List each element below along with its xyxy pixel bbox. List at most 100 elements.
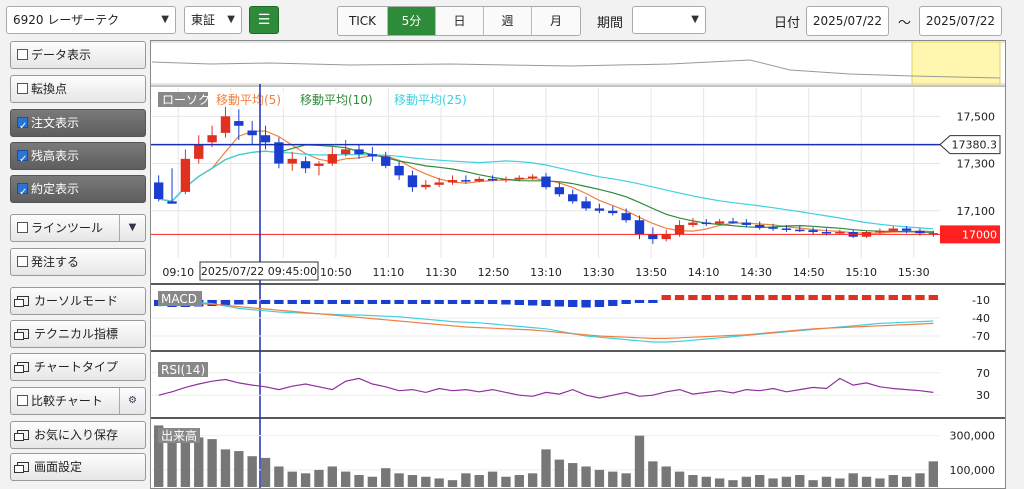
candle-body <box>541 176 551 188</box>
candle-body <box>354 149 364 155</box>
sidebar-item-4[interactable]: 約定表示 <box>10 175 146 206</box>
macd-hist-bar <box>568 300 578 307</box>
volume-bar <box>354 475 364 487</box>
sidebar-item-label: 残高表示 <box>31 149 80 163</box>
period-label: 期間 <box>597 16 624 31</box>
volume-bar <box>861 476 872 487</box>
sidebar-item-7[interactable]: カーソルモード <box>10 287 146 315</box>
macd-hist-bar <box>701 295 711 300</box>
date-from-input[interactable]: 2025/07/22 <box>806 6 889 36</box>
sidebar-item-3[interactable]: 残高表示 <box>10 142 146 173</box>
x-tick-label: 15:30 <box>898 266 930 279</box>
volume-tick-label: 300,000 <box>950 430 996 443</box>
macd-hist-bar <box>421 300 431 304</box>
macd-hist-bar <box>367 300 378 304</box>
macd-hist-bar <box>688 295 698 300</box>
order-line-label: 17380.3 <box>952 139 998 152</box>
chevron-down-icon[interactable]: ▼ <box>119 215 145 241</box>
tab-4[interactable]: 月 <box>532 7 580 35</box>
rsi-tick-label: 30 <box>976 389 990 402</box>
checkbox-icon <box>17 114 28 140</box>
sidebar-item-2[interactable]: 注文表示 <box>10 109 146 140</box>
sidebar-item-0[interactable]: データ表示 <box>10 41 146 69</box>
volume-bar <box>875 478 885 487</box>
macd-hist-bar <box>220 300 231 305</box>
tab-2[interactable]: 日 <box>436 7 484 35</box>
sidebar-item-label: ラインツール <box>31 221 104 235</box>
x-tick-label: 10:50 <box>320 266 352 279</box>
date-to-input[interactable]: 2025/07/22 <box>919 6 1002 36</box>
sidebar-item-label: 比較チャート <box>31 394 103 408</box>
macd-hist-bar <box>274 300 284 304</box>
sidebar-item-label: 転換点 <box>31 82 68 96</box>
volume-bar <box>260 457 271 487</box>
candle-body <box>688 222 698 225</box>
sidebar-item-label: お気に入り保存 <box>34 428 119 442</box>
candle-body <box>701 222 711 225</box>
macd-hist-bar <box>741 295 752 300</box>
market-select[interactable]: 東証 ▼ <box>184 6 242 34</box>
candle-body <box>835 232 845 234</box>
x-tick-label: 13:50 <box>635 266 667 279</box>
candle-body <box>234 121 244 126</box>
sidebar-item-11[interactable]: お気に入り保存 <box>10 421 146 449</box>
volume-bar <box>447 480 458 487</box>
macd-tick-label: -10 <box>972 294 990 307</box>
period-select[interactable]: ▼ <box>632 6 706 34</box>
tab-3[interactable]: 週 <box>484 7 532 35</box>
sidebar-item-label: カーソルモード <box>34 294 119 308</box>
macd-hist-bar <box>608 300 618 306</box>
candle-body <box>287 158 297 164</box>
tab-0[interactable]: TICK <box>338 7 388 35</box>
volume-bar <box>234 451 244 487</box>
tab-1[interactable]: 5分 <box>388 7 436 35</box>
candle-body <box>621 213 631 221</box>
macd-hist-bar <box>327 300 337 304</box>
market-value: 東証 <box>191 13 216 27</box>
volume-bar <box>527 473 538 487</box>
symbol-select[interactable]: 6920 レーザーテク ▼ <box>6 6 176 34</box>
candle-body <box>634 220 645 235</box>
macd-hist-bar <box>554 300 565 307</box>
macd-hist-bar <box>487 300 498 304</box>
sidebar-item-10[interactable]: 比較チャート ⚙ <box>10 387 146 415</box>
candle-body <box>581 201 591 209</box>
volume-label: 出来高 <box>161 428 197 443</box>
macd-hist-bar <box>621 300 631 304</box>
volume-bar <box>888 475 898 487</box>
sidebar-item-6[interactable]: 発注する <box>10 248 146 276</box>
candle-body <box>594 208 605 211</box>
macd-hist-bar <box>714 295 725 300</box>
macd-hist-bar <box>381 300 391 304</box>
gear-icon[interactable]: ⚙ <box>119 388 145 414</box>
macd-hist-bar <box>260 300 271 304</box>
volume-bar <box>194 437 204 487</box>
volume-bar <box>461 473 471 487</box>
candle-body <box>167 201 177 204</box>
volume-bar <box>407 475 418 487</box>
sidebar-item-label: データ表示 <box>31 48 92 62</box>
volume-bar <box>314 469 324 487</box>
candle-body <box>915 230 925 234</box>
sidebar-item-8[interactable]: テクニカル指標 <box>10 320 146 348</box>
stock-chart[interactable]: 09:1010:1010:3010:5011:1011:3012:5013:10… <box>150 40 1006 489</box>
sidebar-item-9[interactable]: チャートタイプ <box>10 353 146 381</box>
volume-bar <box>568 463 578 487</box>
list-button[interactable]: ☰ <box>249 6 279 34</box>
toolbar: 6920 レーザーテク ▼ 東証 ▼ ☰ TICK 5分日週月 期間 ▼ 日付 2… <box>0 0 1024 40</box>
checkbox-icon <box>17 395 28 406</box>
volume-bar <box>220 449 231 487</box>
volume-bar <box>207 439 217 487</box>
sidebar-item-5[interactable]: ラインツール ▼ <box>10 214 146 242</box>
date-tilde: ～ <box>898 16 912 31</box>
x-tick-label: 12:50 <box>478 266 510 279</box>
macd-hist-bar <box>447 300 458 304</box>
sidebar-item-1[interactable]: 転換点 <box>10 75 146 103</box>
candle-body <box>207 135 217 143</box>
checkbox-icon <box>17 180 28 206</box>
sidebar-item-12[interactable]: 画面設定 <box>10 453 146 481</box>
volume-bar <box>487 471 498 487</box>
macd-hist-bar <box>755 295 765 300</box>
sidebar-item-label: チャートタイプ <box>34 360 118 374</box>
volume-bar <box>928 461 938 487</box>
